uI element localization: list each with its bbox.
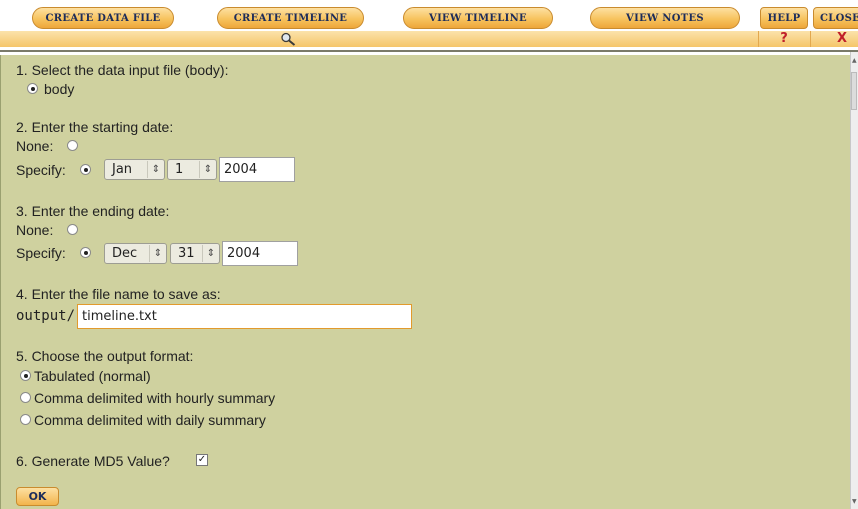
- help-question-icon[interactable]: ?: [774, 31, 794, 47]
- scrollbar-thumb[interactable]: [851, 72, 857, 110]
- format-tabulated-radio[interactable]: [20, 370, 31, 381]
- format-daily-radio[interactable]: [20, 414, 31, 425]
- output-path-prefix: output/: [16, 308, 76, 324]
- end-none-radio[interactable]: [67, 224, 78, 235]
- start-specify-radio[interactable]: [80, 164, 91, 175]
- tab-close[interactable]: Close: [813, 7, 858, 29]
- close-x-icon[interactable]: X: [832, 31, 852, 47]
- ok-button[interactable]: OK: [16, 487, 59, 506]
- start-year-input[interactable]: 2004: [219, 157, 295, 182]
- output-filename-input[interactable]: timeline.txt: [77, 304, 412, 329]
- top-toolbar: Create Data File Create Timeline View Ti…: [0, 0, 858, 52]
- step1-label: 1. Select the data input file (body):: [16, 62, 229, 78]
- tab-create-data-file[interactable]: Create Data File: [32, 7, 174, 29]
- chevron-updown-icon: ⇕: [199, 161, 216, 178]
- format-hourly-label: Comma delimited with hourly summary: [34, 390, 276, 406]
- start-month-select[interactable]: Jan ⇕: [104, 159, 165, 180]
- chevron-updown-icon: ⇕: [202, 245, 219, 262]
- scroll-up-icon[interactable]: ▲: [852, 57, 857, 64]
- step6-label: 6. Generate MD5 Value?: [16, 453, 170, 469]
- end-month-select[interactable]: Dec ⇕: [104, 243, 167, 264]
- format-tabulated-label: Tabulated (normal): [34, 368, 151, 384]
- tab-view-notes[interactable]: View Notes: [590, 7, 740, 29]
- end-month-value: Dec: [112, 246, 138, 261]
- tool-separator: [758, 31, 759, 47]
- tab-create-timeline[interactable]: Create Timeline: [217, 7, 364, 29]
- start-none-radio[interactable]: [67, 140, 78, 151]
- md5-checkbox[interactable]: ✓: [196, 454, 208, 466]
- start-day-select[interactable]: 1 ⇕: [167, 159, 217, 180]
- end-day-value: 31: [178, 246, 195, 261]
- tab-view-timeline[interactable]: View Timeline: [403, 7, 553, 29]
- start-day-value: 1: [175, 162, 184, 177]
- step4-label: 4. Enter the file name to save as:: [16, 286, 221, 302]
- end-day-select[interactable]: 31 ⇕: [170, 243, 220, 264]
- step3-label: 3. Enter the ending date:: [16, 203, 170, 219]
- search-icon[interactable]: [280, 32, 296, 46]
- start-specify-label: Specify:: [16, 162, 66, 178]
- chevron-updown-icon: ⇕: [149, 245, 166, 262]
- end-year-input[interactable]: 2004: [222, 241, 298, 266]
- start-month-value: Jan: [112, 162, 133, 177]
- format-hourly-radio[interactable]: [20, 392, 31, 403]
- format-daily-label: Comma delimited with daily summary: [34, 412, 266, 428]
- input-file-body-radio[interactable]: [27, 83, 38, 94]
- chevron-updown-icon: ⇕: [147, 161, 164, 178]
- start-none-label: None:: [16, 138, 54, 154]
- tab-help[interactable]: Help: [760, 7, 808, 29]
- input-file-body-label: body: [44, 81, 75, 97]
- step5-label: 5. Choose the output format:: [16, 348, 194, 364]
- tool-strip: [0, 31, 858, 47]
- tool-separator: [810, 31, 811, 47]
- tab-row: Create Data File Create Timeline View Ti…: [0, 7, 858, 31]
- end-none-label: None:: [16, 222, 54, 238]
- step2-label: 2. Enter the starting date:: [16, 119, 174, 135]
- vertical-scrollbar[interactable]: [850, 52, 858, 509]
- end-specify-radio[interactable]: [80, 247, 91, 258]
- header-divider: [0, 50, 858, 52]
- end-specify-label: Specify:: [16, 245, 66, 261]
- scroll-down-icon[interactable]: ▼: [852, 498, 857, 505]
